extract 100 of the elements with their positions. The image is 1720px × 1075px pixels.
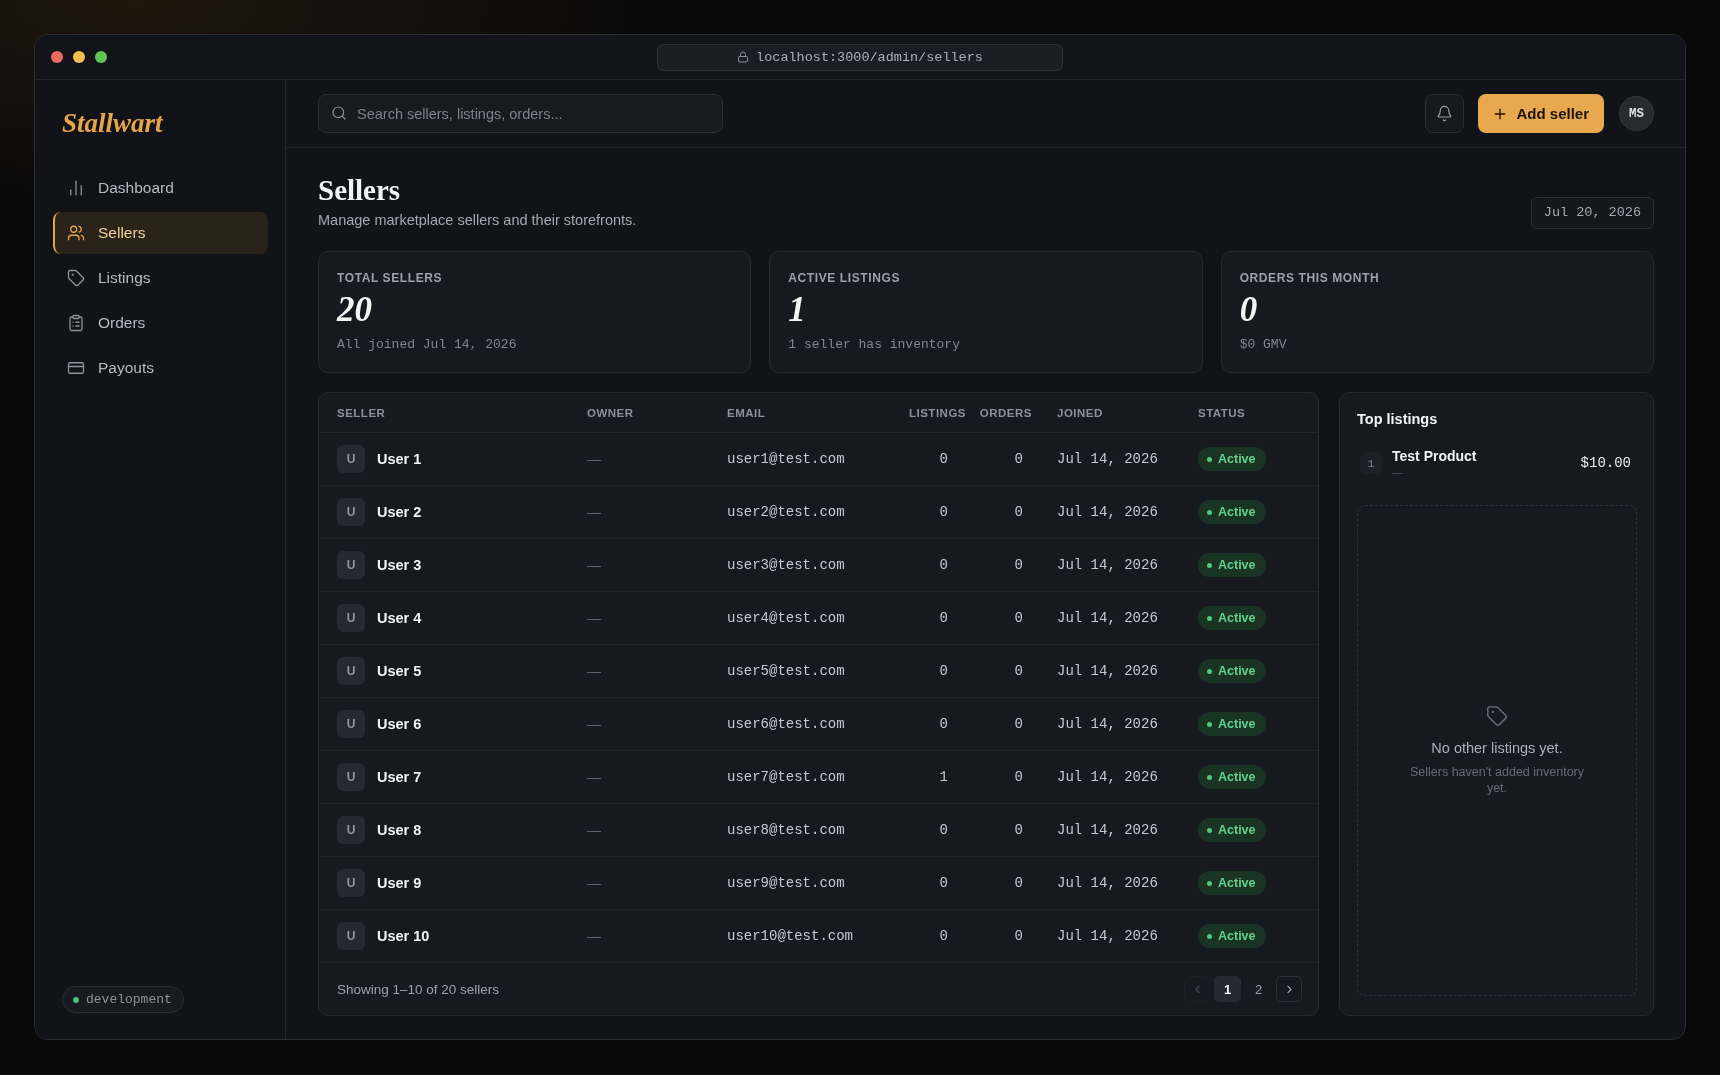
seller-name[interactable]: User 1 [377,451,422,467]
status-label: Active [1218,823,1256,837]
tag-icon [1486,705,1508,727]
bell-icon [1436,105,1454,122]
notifications-button[interactable] [1425,94,1465,133]
seller-avatar: U [337,551,365,579]
table-cell: 1 [939,769,948,785]
table-cell: 0 [1014,822,1023,838]
table-cell: Jul 14, 2026 [1057,663,1158,679]
users-icon [67,224,85,242]
clipboard-icon [67,314,85,332]
window-minimize-icon[interactable] [73,51,85,63]
stat-note: $0 GMV [1239,337,1287,353]
status-label: Active [1218,929,1256,943]
search-icon [331,105,347,121]
page-title: Sellers [318,174,401,206]
table-cell: user1@test.com [727,451,845,467]
status-dot-icon [1207,774,1212,780]
table-cell: 0 [1014,663,1023,679]
address-bar[interactable]: localhost:3000/admin/sellers [657,43,1063,71]
table-cell: 0 [1014,716,1023,732]
nav-item[interactable]: Listings [53,257,268,299]
listing-subtitle: — [1392,465,1403,479]
stat-note: All joined Jul 14, 2026 [337,337,517,353]
seller-avatar: U [337,922,365,950]
table-cell: user4@test.com [727,610,845,626]
column-header: SELLER [337,406,386,419]
stat-label: ORDERS THIS MONTH [1239,271,1380,286]
user-avatar[interactable]: MS [1619,96,1654,131]
table-cell: 0 [1014,875,1023,891]
table-cell: — [587,928,601,944]
status-label: Active [1218,664,1256,678]
table-cell: Jul 14, 2026 [1057,716,1158,732]
date-badge: Jul 20, 2026 [1530,197,1654,229]
seller-name[interactable]: User 6 [377,716,422,732]
seller-avatar: U [337,763,365,791]
status-label: Active [1218,717,1256,731]
table-cell: user8@test.com [727,822,845,838]
status-label: Active [1218,505,1256,519]
seller-name[interactable]: User 10 [377,928,430,944]
seller-name[interactable]: User 4 [377,610,422,626]
status-dot-icon [1207,456,1212,462]
nav-item[interactable]: Orders [53,302,268,344]
status-dot-icon [1207,933,1212,939]
status-label: Active [1218,452,1256,466]
status-label: Active [1218,770,1256,784]
nav-item[interactable]: Payouts [53,347,268,389]
table-cell: Jul 14, 2026 [1057,822,1158,838]
column-header: EMAIL [727,406,766,419]
stat-label: ACTIVE LISTINGS [788,271,900,286]
logo[interactable]: Stallwart [53,104,163,142]
table-cell: 0 [939,557,948,573]
table-cell: 0 [1014,451,1023,467]
lock-icon [737,51,750,63]
search-field[interactable]: Search sellers, listings, orders... [318,94,723,133]
stat-note: 1 seller has inventory [788,337,960,353]
nav-item[interactable]: Dashboard [53,167,268,209]
seller-name[interactable]: User 3 [377,557,422,573]
table-cell: 0 [1014,557,1023,573]
seller-name[interactable]: User 9 [377,875,422,891]
environment-label: development [86,992,172,1007]
table-cell: — [587,822,601,838]
table-cell: Jul 14, 2026 [1057,769,1158,785]
column-header: OWNER [587,406,634,419]
status-dot-icon [1207,668,1212,674]
table-cell: — [587,451,601,467]
seller-name[interactable]: User 8 [377,822,422,838]
add-seller-button[interactable]: Add seller [1478,94,1604,133]
seller-avatar: U [337,657,365,685]
status-dot-icon [1207,562,1212,568]
table-cell: Jul 14, 2026 [1057,504,1158,520]
table-cell: — [587,716,601,732]
seller-name[interactable]: User 2 [377,504,422,520]
seller-avatar: U [337,498,365,526]
window-zoom-icon[interactable] [95,51,107,63]
page-button[interactable]: 1 [1214,976,1241,1002]
empty-title: No other listings yet. [1431,739,1563,757]
bar-chart-icon [67,179,85,197]
table-cell: Jul 14, 2026 [1057,451,1158,467]
table-cell: — [587,875,601,891]
table-cell: — [587,610,601,626]
status-dot-icon [1207,721,1212,727]
seller-name[interactable]: User 5 [377,663,422,679]
seller-avatar: U [337,869,365,897]
window-close-icon[interactable] [51,51,63,63]
listing-name[interactable]: Test Product [1392,447,1477,465]
listing-price: $10.00 [1580,455,1631,471]
panel-title: Top listings [1357,411,1438,428]
table-cell: 0 [939,716,948,732]
column-header: ORDERS [979,406,1032,419]
status-label: Active [1218,611,1256,625]
seller-name[interactable]: User 7 [377,769,422,785]
table-cell: Jul 14, 2026 [1057,875,1158,891]
page-button[interactable]: 2 [1245,976,1272,1002]
status-dot-icon [1207,509,1212,515]
status-dot-icon [1207,880,1212,886]
table-cell: 0 [1014,504,1023,520]
nav-item[interactable]: Sellers [53,212,268,254]
table-cell: user7@test.com [727,769,845,785]
table-cell: user6@test.com [727,716,845,732]
